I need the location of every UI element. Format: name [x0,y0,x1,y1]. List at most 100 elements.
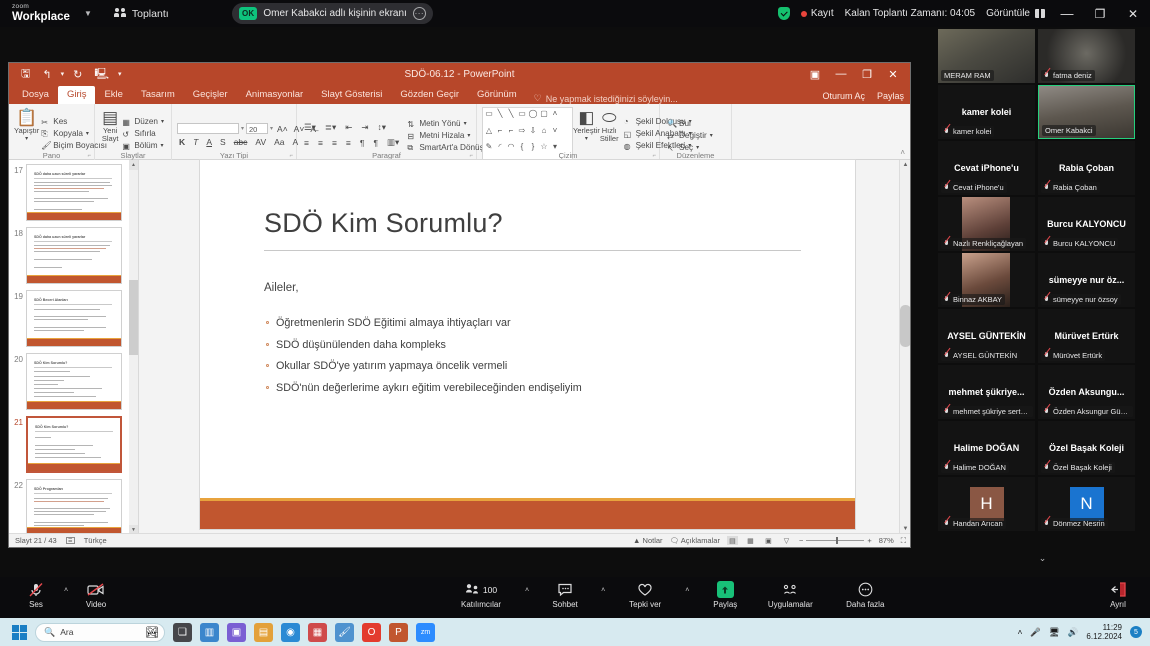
chat-chevron-icon[interactable]: ˄ [601,587,605,594]
align-right-icon[interactable]: ≡ [330,138,339,148]
collapse-ribbon-icon[interactable]: ˄ [900,148,905,157]
taskbar-icon-opera[interactable]: O [362,622,381,642]
italic-button[interactable]: T [191,137,200,147]
shape-roundrect-icon[interactable]: ▢ [539,109,549,125]
participant-tile[interactable]: MERAM RAM [938,29,1035,83]
slide-scrollbar-handle[interactable] [900,305,910,347]
line-spacing-icon[interactable]: ↕▾ [376,122,389,133]
shape-rightangle-icon[interactable]: ⌐ [495,126,505,142]
increase-font-size-icon[interactable]: A˄ [275,124,290,134]
align-center-icon[interactable]: ≡ [316,138,325,148]
replace-dropdown-icon[interactable]: ▾ [710,132,713,139]
shape-arrow-down-icon[interactable]: ⇩ [528,126,538,142]
apps-button[interactable]: Uygulamalar [761,581,819,609]
font-name-dropdown-icon[interactable]: ▾ [241,125,244,132]
slide-bullet-list[interactable]: Öğretmenlerin SDÖ Eğitimi almaya ihtiyaç… [266,317,806,403]
participants-button[interactable]: 100 Katılımcılar [455,581,507,609]
audio-options-chevron-icon[interactable]: ˄ [64,587,68,594]
ppt-minimize-button[interactable]: — [828,68,854,80]
thumbnail-row[interactable]: 18 SDÖ daha uzun süreli yararlar [9,227,138,284]
current-slide[interactable]: SDÖ Kim Sorumlu? Aileler, Öğretmenlerin … [199,159,856,530]
tray-expand-icon[interactable]: ˄ [1017,627,1022,637]
encryption-shield-icon[interactable] [777,7,790,20]
zoom-handle[interactable] [836,537,839,544]
ribbon-display-options-icon[interactable]: ▣ [802,68,828,81]
participants-chevron-icon[interactable]: ˄ [525,587,529,594]
slide-intro-text[interactable]: Aileler, [264,282,299,294]
slide-scroll-up-icon[interactable]: ▲ [900,160,910,171]
font-name-input[interactable] [177,123,239,134]
taskbar-icon-powerpoint[interactable]: P [389,622,408,642]
tray-network-icon[interactable]: 🖥 [1049,627,1060,638]
reset-button[interactable]: ↺ Sıfırla [120,128,166,139]
view-normal-icon[interactable]: ▤ [726,536,738,545]
zoom-in-icon[interactable]: + [867,536,871,545]
strikethrough-button[interactable]: abc [232,137,250,147]
participant-tile[interactable]: Nazlı Renkliçağlayan [938,197,1035,251]
slide-thumbnail-panel[interactable]: 17 SDÖ daha uzun süreli yararlar 18 SDÖ … [9,160,139,535]
zoom-out-icon[interactable]: − [799,536,803,545]
tab-animasyonlar[interactable]: Animasyonlar [237,86,313,104]
shape-oval-icon[interactable]: ◯ [528,109,538,125]
participant-tile[interactable]: kamer kolei kamer kolei [938,85,1035,139]
start-button-icon[interactable] [12,624,27,640]
more-options-icon[interactable]: ··· [412,7,426,20]
font-size-input[interactable]: 20 [246,123,269,134]
text-direction-rtl-icon[interactable]: ¶ [358,138,367,148]
taskbar-icon-chat[interactable]: ▣ [227,622,246,642]
chat-button[interactable]: Sohbet [547,581,583,609]
audio-button[interactable]: Ses [18,581,54,609]
shape-line-icon[interactable]: ╲ [495,109,505,125]
numbered-list-icon[interactable]: ≣▾ [323,122,338,133]
meeting-tab[interactable]: Toplantı [113,8,169,20]
slide-thumbnail-selected[interactable]: SDÖ Kim Sorumlu? [26,416,122,473]
replace-button[interactable]: ⇄ Değiştir ▾ [665,130,715,141]
shape-more-down-icon[interactable]: ˅ [550,126,560,142]
participant-tile[interactable]: Özel Başak Koleji Özel Başak Koleji [1038,421,1135,475]
thumbnail-row[interactable]: 22 SDÖ Programları [9,479,138,535]
arrange-dropdown-icon[interactable]: ▾ [585,135,588,142]
share-link[interactable]: Paylaş [877,91,904,101]
decrease-indent-icon[interactable]: ⇤ [343,122,354,133]
scroll-up-icon[interactable]: ▲ [129,160,138,170]
tab-gozden-gecir[interactable]: Gözden Geçir [391,86,468,104]
select-dropdown-icon[interactable]: ▾ [696,144,699,151]
align-left-icon[interactable]: ≡ [302,138,311,148]
thumbnail-row[interactable]: 20 SDÖ Kim Sorumlu? [9,353,138,410]
sign-in-link[interactable]: Oturum Aç [822,91,865,101]
shape-triangle-icon[interactable]: △ [484,126,494,142]
shape-arrow-right-icon[interactable]: ⇨ [517,126,527,142]
slide-thumbnail[interactable]: SDÖ Beceri Alanları [26,290,122,347]
slide-scrollbar[interactable]: ▲ ▼ [899,160,910,535]
more-button[interactable]: Daha fazla [837,581,893,609]
participant-tile[interactable]: Mürüvet Ertürk Mürüvet Ertürk [1038,309,1135,363]
tab-gecisler[interactable]: Geçişler [184,86,237,104]
view-reading-icon[interactable]: ▣ [763,536,774,545]
pano-dialog-launcher[interactable]: ⌐ [87,153,91,159]
slide-thumbnail[interactable]: SDÖ Kim Sorumlu? [26,353,122,410]
view-slide-sorter-icon[interactable]: ▦ [745,536,756,545]
scrollbar-handle[interactable] [129,280,138,355]
maximize-button[interactable]: ❐ [1089,7,1111,21]
ppt-close-button[interactable]: ✕ [880,68,906,81]
tell-me-box[interactable]: ♡ Ne yapmak istediğinizi söyleyin... [526,93,678,104]
minimize-button[interactable]: — [1056,6,1078,21]
notes-button[interactable]: ▲ Notlar [633,536,663,545]
participant-tile[interactable]: Özden Aksungu... Özden Aksungur Gün... [1038,365,1135,419]
bullet-item[interactable]: SDÖ düşünülenden daha kompleks [266,339,806,351]
tab-tasarim[interactable]: Tasarım [132,86,184,104]
participant-tile[interactable]: AYSEL GÜNTEKİN AYSEL GÜNTEKİN [938,309,1035,363]
shape-rect-icon[interactable]: ▭ [517,109,527,125]
zoom-level-label[interactable]: 87% [879,536,894,545]
bold-button[interactable]: K [177,137,187,147]
text-direction-ltr-icon[interactable]: ¶ [371,138,380,148]
shape-line2-icon[interactable]: ╲ [506,109,516,125]
screen-share-indicator[interactable]: OK Omer Kabakci adlı kişinin ekranı ··· [232,3,433,24]
tab-ekle[interactable]: Ekle [95,86,131,104]
align-text-dropdown-icon[interactable]: ▾ [467,132,470,139]
language-label[interactable]: Türkçe [84,536,107,545]
participant-tile[interactable]: Burcu KALYONCU Burcu KALYONCU [1038,197,1135,251]
recording-indicator[interactable]: Kayıt [800,8,834,19]
tab-slayt-gosterisi[interactable]: Slayt Gösterisi [312,86,391,104]
participant-tile[interactable]: H Handan Arıcan [938,477,1035,531]
